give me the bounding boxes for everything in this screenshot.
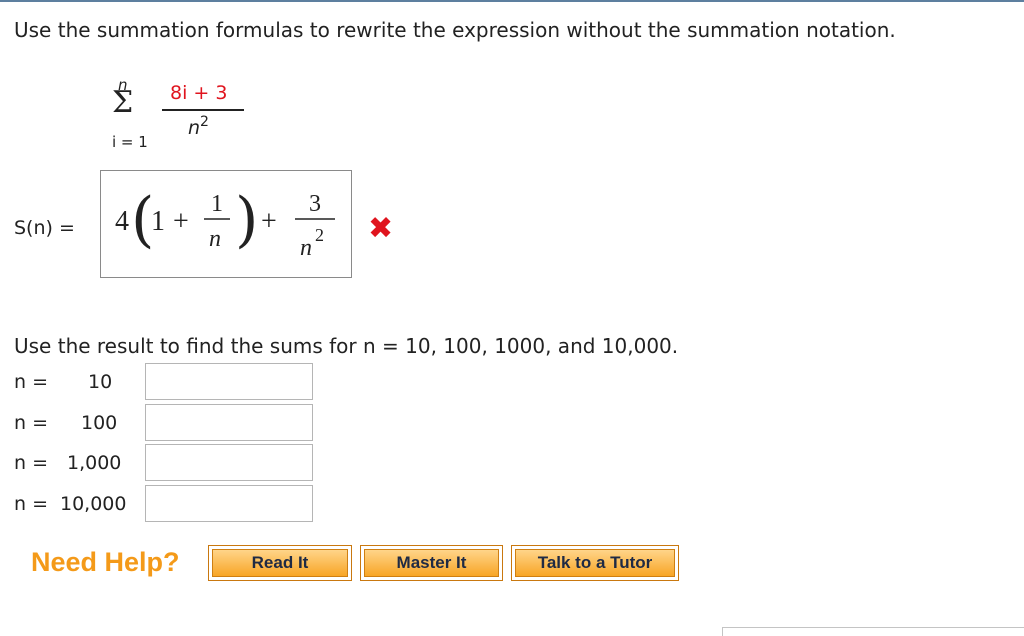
answer-expression: 4 ( 1 + 1 n ) + 3 n 2 (115, 185, 335, 261)
right-paren-icon: ) (235, 185, 258, 255)
expr-coefficient: 4 (115, 206, 129, 237)
sum-input-n-100[interactable] (145, 404, 313, 441)
summation-expression: n Σ i = 1 8i + 3 n2 (108, 76, 258, 156)
answer-input-box[interactable]: 4 ( 1 + 1 n ) + 3 n 2 (100, 170, 352, 278)
incorrect-x-icon: ✖ (368, 211, 394, 246)
summand-numerator: 8i + 3 (170, 82, 228, 104)
outer-frac-den-base: n (300, 235, 312, 261)
expr-outer-plus: + (261, 206, 277, 237)
n-label: n = (14, 493, 49, 515)
expr-inner-one: 1 (151, 206, 165, 237)
n-row-1000: n = 1,000 (14, 444, 334, 482)
n-value: 1,000 (67, 452, 122, 474)
master-it-label: Master It (364, 549, 499, 577)
inner-frac-num: 1 (211, 191, 223, 217)
need-help-heading: Need Help? (31, 547, 180, 577)
sum-input-n-10[interactable] (145, 363, 313, 400)
sum-input-n-10000[interactable] (145, 485, 313, 522)
sigma-symbol: Σ (112, 85, 134, 120)
n-value: 10 (88, 371, 113, 393)
outer-frac-den-exp: 2 (315, 225, 324, 245)
n-value: 10,000 (60, 493, 127, 515)
read-it-label: Read It (212, 549, 348, 577)
inner-frac-den: n (209, 226, 221, 252)
read-it-button[interactable]: Read It (208, 545, 352, 581)
n-label: n = (14, 452, 49, 474)
n-row-10: n = 10 (14, 363, 334, 401)
n-label: n = (14, 412, 49, 434)
summand-denominator: n2 (188, 114, 209, 139)
sum-lower-limit: i = 1 (112, 133, 148, 151)
fraction-bar (162, 109, 244, 111)
master-it-button[interactable]: Master It (360, 545, 503, 581)
talk-to-tutor-label: Talk to a Tutor (515, 549, 675, 577)
outer-frac-num: 3 (309, 191, 321, 217)
n-row-10000: n = 10,000 (14, 485, 334, 523)
followup-instruction: Use the result to find the sums for n = … (14, 334, 679, 358)
top-divider (0, 0, 1024, 2)
n-label: n = (14, 371, 49, 393)
expr-plus: + (173, 206, 189, 237)
next-panel-edge (722, 627, 1024, 636)
n-row-100: n = 100 (14, 404, 334, 442)
question-instruction: Use the summation formulas to rewrite th… (14, 18, 896, 42)
sum-input-n-1000[interactable] (145, 444, 313, 481)
talk-to-tutor-button[interactable]: Talk to a Tutor (511, 545, 679, 581)
n-value: 100 (81, 412, 118, 434)
answer-label: S(n) = (14, 217, 75, 239)
